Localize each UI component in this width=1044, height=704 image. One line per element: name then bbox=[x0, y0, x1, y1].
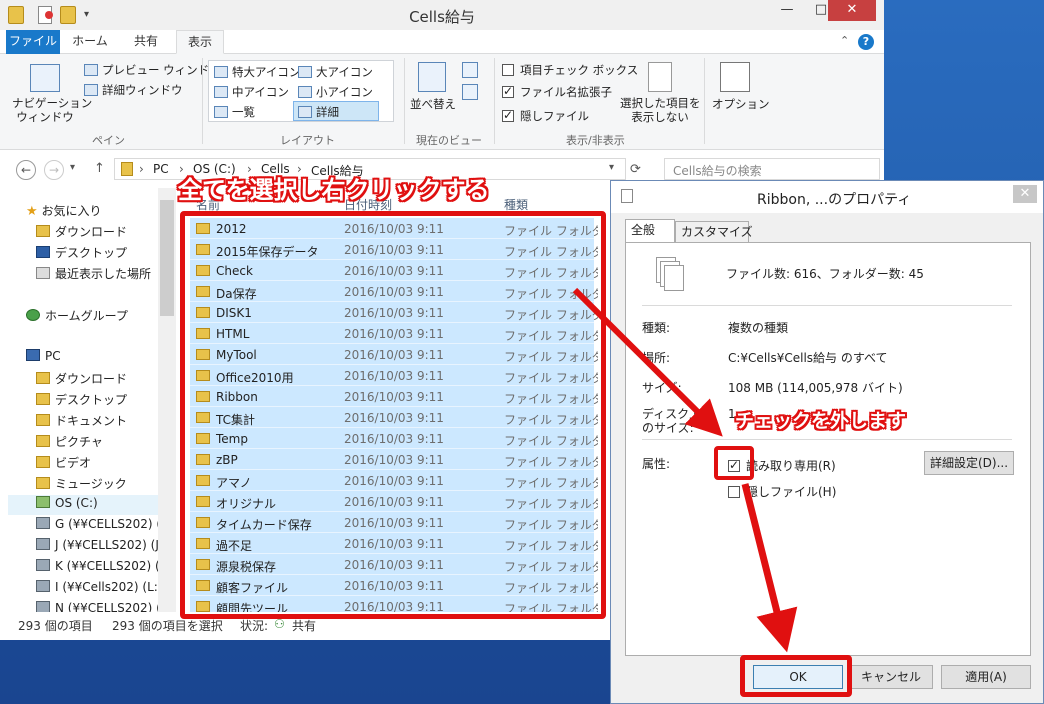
arrow-to-ok bbox=[741, 483, 798, 653]
arrow-to-checkbox bbox=[572, 287, 723, 437]
annotation-arrows bbox=[572, 287, 798, 653]
